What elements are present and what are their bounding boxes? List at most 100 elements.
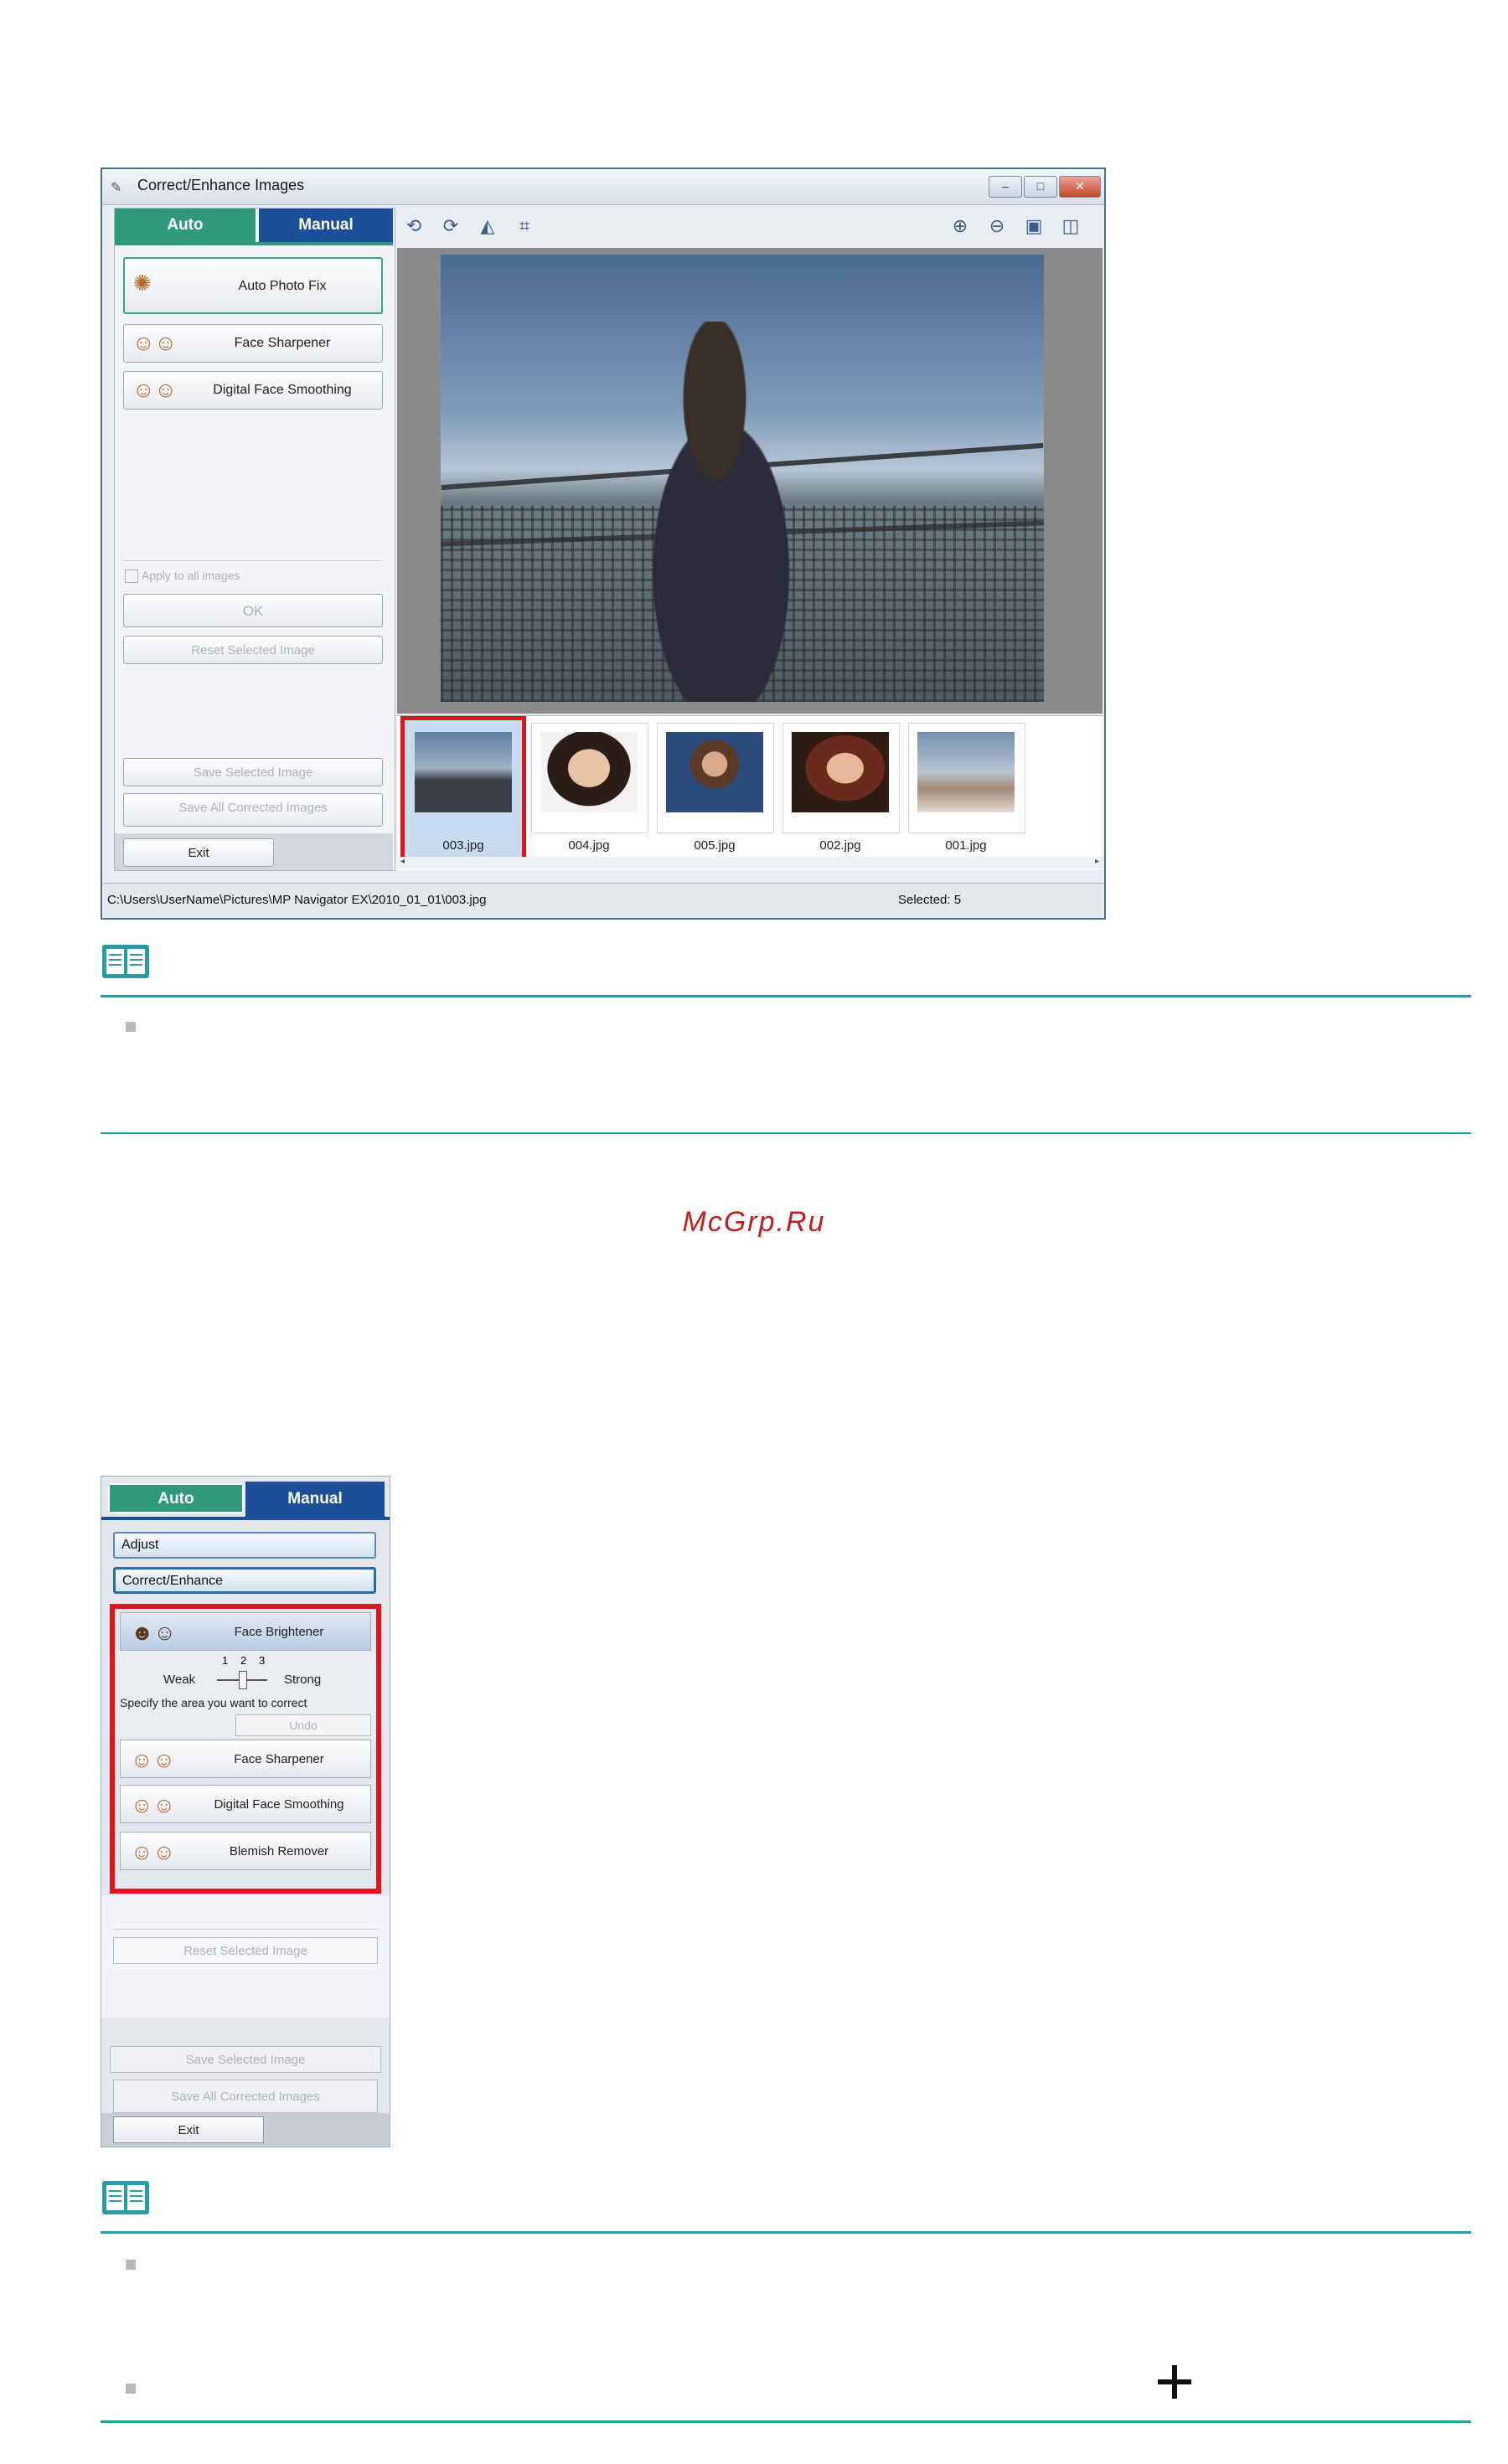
compare-icon[interactable]: ◫	[1059, 214, 1082, 238]
face-sharpener-icon: ☺☺	[131, 1747, 176, 1772]
digital-face-smoothing-button[interactable]: ☺☺ Digital Face Smoothing	[123, 371, 383, 410]
zoom-in-icon[interactable]: ⊕	[948, 214, 972, 238]
slider-weak-label: Weak	[163, 1673, 196, 1687]
note-rule-top	[101, 995, 1471, 997]
book-icon	[102, 2181, 149, 2214]
face-sharpener-label: Face Sharpener	[234, 336, 331, 350]
app-icon: ✎	[111, 181, 122, 195]
toolbar: ⟲ ⟳ ◭ ⌗ ⊕ ⊖ ▣ ◫	[397, 208, 1103, 246]
tab-auto[interactable]: Auto	[108, 1483, 244, 1513]
thumbnail-strip: 003.jpg 004.jpg 005.jpg 002.jpg 001.jpg …	[397, 715, 1103, 870]
blemish-remover-icon: ☺☺	[131, 1839, 176, 1864]
status-path: C:\Users\UserName\Pictures\MP Navigator …	[107, 893, 487, 907]
divider	[123, 560, 383, 561]
close-button[interactable]: ✕	[1059, 176, 1101, 198]
save-selected-image-button[interactable]: Save Selected Image	[110, 2046, 381, 2073]
note-rule-bottom	[101, 2420, 1471, 2423]
undo-button[interactable]: Undo	[235, 1714, 371, 1736]
apply-all-checkbox[interactable]: Apply to all images	[125, 569, 240, 584]
slider-thumb[interactable]	[239, 1671, 247, 1689]
divider	[113, 1929, 378, 1930]
tab-auto[interactable]: Auto	[115, 209, 256, 242]
zoom-out-icon[interactable]: ⊖	[985, 214, 1009, 238]
save-all-corrected-images-button[interactable]: Save All Corrected Images	[113, 2080, 378, 2113]
face-brightener-options: Weak 1 2 3 Strong Specify the area you w…	[115, 1651, 376, 1738]
checkbox-icon	[125, 570, 138, 584]
scroll-left-icon[interactable]: ◂	[400, 857, 405, 866]
book-icon	[102, 945, 149, 978]
thumbnail-caption: 001.jpg	[945, 838, 987, 853]
exit-bar: Exit	[115, 833, 393, 870]
square-bullet-icon	[126, 2260, 136, 2270]
manual-panel: Auto Manual Adjust Correct/Enhance ☻☺ Fa…	[101, 1476, 390, 2147]
window-title: Correct/Enhance Images	[137, 177, 305, 193]
full-screen-icon[interactable]: ▣	[1022, 214, 1046, 238]
face-brightener-label: Face Brightener	[234, 1625, 324, 1639]
save-selected-image-button[interactable]: Save Selected Image	[123, 758, 383, 786]
child-figure	[617, 322, 834, 702]
save-all-label: Save All Corrected Images	[178, 801, 328, 815]
thumbnail[interactable]	[657, 723, 774, 833]
reset-selected-image-button[interactable]: Reset Selected Image	[123, 636, 383, 664]
exit-button[interactable]: Exit	[123, 838, 274, 867]
status-bar: C:\Users\UserName\Pictures\MP Navigator …	[102, 883, 1104, 917]
digital-face-smoothing-icon: ☺☺	[131, 1792, 176, 1817]
face-sharpener-button[interactable]: ☺☺ Face Sharpener	[123, 324, 383, 363]
preview-photo	[441, 255, 1044, 702]
left-panel: Auto Manual ✺ Auto Photo Fix ☺☺ Face Sha…	[114, 208, 395, 871]
slider-tick-2: 2	[240, 1654, 247, 1667]
thumbnail[interactable]	[782, 723, 900, 833]
slider-tick-1: 1	[222, 1654, 229, 1667]
digital-face-smoothing-label: Digital Face Smoothing	[214, 1797, 344, 1812]
correct-enhance-button[interactable]: Correct/Enhance	[113, 1567, 376, 1594]
flip-icon[interactable]: ◭	[476, 214, 499, 238]
auto-photo-fix-button[interactable]: ✺ Auto Photo Fix	[123, 257, 383, 314]
adjust-button[interactable]: Adjust	[113, 1532, 376, 1559]
save-selected-label: Save Selected Image	[193, 765, 313, 780]
exit-button[interactable]: Exit	[113, 2116, 264, 2143]
face-brightener-icon: ☻☺	[131, 1620, 176, 1645]
tab-underline	[101, 1517, 390, 1520]
instruction-text: Specify the area you want to correct	[120, 1696, 307, 1709]
status-selected: Selected: 5	[898, 893, 962, 907]
note-rule-top	[101, 2231, 1471, 2234]
face-brightener-button[interactable]: ☻☺ Face Brightener	[120, 1612, 371, 1651]
exit-bar: Exit	[101, 2113, 390, 2147]
rotate-left-icon[interactable]: ⟲	[402, 214, 426, 238]
tab-manual[interactable]: Manual	[259, 209, 393, 242]
correct-enhance-window: ✎ Correct/Enhance Images – □ ✕ Auto Manu…	[101, 168, 1106, 920]
ok-button[interactable]: OK	[123, 594, 383, 627]
thumbnail-caption: 002.jpg	[819, 838, 861, 853]
watermark: McGrp.Ru	[682, 1206, 826, 1238]
face-sharpener-button[interactable]: ☺☺ Face Sharpener	[120, 1740, 371, 1778]
square-bullet-icon	[126, 1022, 136, 1032]
ok-label: OK	[242, 603, 264, 619]
slider-strong-label: Strong	[284, 1673, 322, 1687]
note-rule-bottom	[101, 1132, 1471, 1134]
maximize-button[interactable]: □	[1024, 176, 1057, 198]
plus-icon	[1158, 2365, 1191, 2399]
face-sharpener-label: Face Sharpener	[234, 1752, 324, 1766]
thumbnail[interactable]	[531, 723, 648, 833]
minimize-button[interactable]: –	[989, 176, 1022, 198]
blemish-remover-button[interactable]: ☺☺ Blemish Remover	[120, 1832, 371, 1870]
auto-tab-body: ✺ Auto Photo Fix ☺☺ Face Sharpener ☺☺ Di…	[115, 242, 393, 827]
save-all-corrected-images-button[interactable]: Save All Corrected Images	[123, 793, 383, 827]
crop-icon[interactable]: ⌗	[513, 214, 536, 238]
digital-face-smoothing-label: Digital Face Smoothing	[213, 383, 352, 397]
reset-label: Reset Selected Image	[191, 643, 315, 657]
auto-photo-fix-label: Auto Photo Fix	[238, 279, 327, 293]
slider-tick-3: 3	[259, 1654, 266, 1667]
horizontal-scrollbar[interactable]: ◂ ▸	[397, 857, 1103, 869]
reset-selected-image-button[interactable]: Reset Selected Image	[113, 1937, 378, 1964]
apply-all-label: Apply to all images	[142, 569, 240, 582]
scroll-right-icon[interactable]: ▸	[1095, 857, 1099, 866]
selected-thumbnail-highlight	[400, 716, 526, 867]
tab-manual[interactable]: Manual	[245, 1482, 385, 1517]
exit-label: Exit	[188, 846, 209, 860]
rotate-right-icon[interactable]: ⟳	[439, 214, 462, 238]
thumbnail[interactable]	[908, 723, 1025, 833]
thumbnail-caption: 005.jpg	[694, 838, 736, 853]
title-bar: ✎ Correct/Enhance Images – □ ✕	[102, 169, 1104, 205]
digital-face-smoothing-button[interactable]: ☺☺ Digital Face Smoothing	[120, 1785, 371, 1823]
